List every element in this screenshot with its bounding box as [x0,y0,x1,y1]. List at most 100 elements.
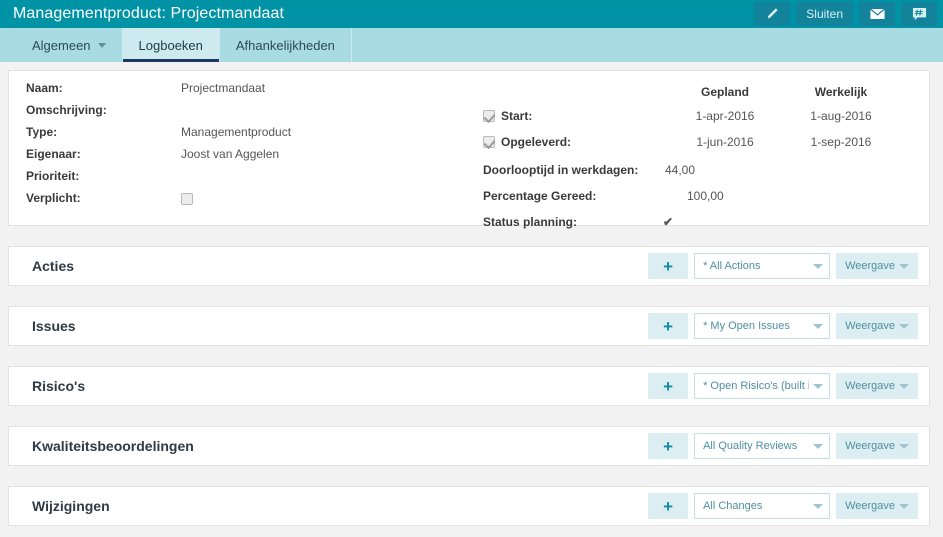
comment-hash-icon [912,7,927,22]
close-button-label: Sluiten [806,7,843,21]
edit-button[interactable] [754,2,791,26]
start-checkbox-cell [483,103,501,129]
section-acties-controls: + * All Actions Weergave [648,253,918,279]
page-body: Naam: Projectmandaat Omschrijving: Type:… [0,62,943,526]
start-checkbox[interactable] [483,110,495,122]
acties-weergave-button[interactable]: Weergave [836,253,918,279]
add-wijziging-button[interactable]: + [648,493,689,519]
section-wijzigingen: Wijzigingen + All Changes Weergave [8,486,930,526]
tab-algemeen[interactable]: Algemeen [16,28,123,62]
field-doorlooptijd-value: 44,00 [665,163,696,177]
section-risicos-controls: + * Open Risico's (built i Weergave [648,373,918,399]
risicos-filter-select[interactable]: * Open Risico's (built i [694,373,831,399]
wijzigingen-weergave-label: Weergave [845,500,895,512]
field-eigenaar-label: Eigenaar: [26,147,81,161]
section-issues-controls: + * My Open Issues Weergave [648,313,918,339]
wijzigingen-filter-value: All Changes [703,500,763,512]
issues-filter-value: * My Open Issues [703,320,790,332]
notes-button[interactable] [901,2,937,26]
wijzigingen-weergave-button[interactable]: Weergave [836,493,918,519]
field-verplicht: Verplicht: [26,191,479,213]
section-acties: Acties + * All Actions Weergave [8,246,930,286]
header-actions: Sluiten [754,2,937,26]
pencil-icon [765,7,779,21]
add-risico-button[interactable]: + [648,373,689,399]
row-label-opgeleverd: Opgeleverd: [501,135,572,149]
opgeleverd-planned-date: 1-jun-2016 [696,135,754,149]
kwaliteitsbeoordelingen-filter-value: All Quality Reviews [703,440,798,452]
section-risicos: Risico's + * Open Risico's (built i Weer… [8,366,930,406]
add-actie-button[interactable]: + [648,253,689,279]
tab-afhankelijkheden[interactable]: Afhankelijkheden [219,28,352,62]
status-planning-check-icon: ✔ [663,215,674,229]
field-percentage-gereed-label: Percentage Gereed: [483,189,597,203]
details-card: Naam: Projectmandaat Omschrijving: Type:… [8,70,930,229]
wijzigingen-filter-select[interactable]: All Changes [694,493,831,519]
plus-icon: + [663,496,674,516]
page-title: Managementproduct: Projectmandaat [13,5,285,22]
chevron-down-icon [899,323,909,329]
mail-button[interactable] [859,2,895,26]
issues-filter-select[interactable]: * My Open Issues [694,313,831,339]
field-omschrijving-label: Omschrijving: [26,103,107,117]
field-percentage-gereed: Percentage Gereed: 100,00 [483,183,929,209]
column-header-gepland: Gepland [700,85,749,99]
acties-filter-select[interactable]: * All Actions [694,253,831,279]
chevron-down-icon [813,443,824,449]
field-doorlooptijd-label: Doorlooptijd in werkdagen: [483,163,639,177]
details-right-column: Gepland Werkelijk Start: 1-apr-2016 1-au… [479,81,929,229]
section-wijzigingen-controls: + All Changes Weergave [648,493,918,519]
kwaliteitsbeoordelingen-weergave-button[interactable]: Weergave [836,433,918,459]
field-prioriteit-label: Prioriteit: [26,169,80,183]
tab-afhankelijkheden-label: Afhankelijkheden [235,37,335,53]
risicos-weergave-button[interactable]: Weergave [836,373,918,399]
section-risicos-title: Risico's [32,378,86,394]
opgeleverd-checkbox[interactable] [483,136,495,148]
field-eigenaar: Eigenaar: Joost van Aggelen [26,147,479,169]
risicos-weergave-label: Weergave [845,380,895,392]
chevron-down-icon [813,323,824,329]
add-issue-button[interactable]: + [648,313,689,339]
risicos-filter-value: * Open Risico's (built i [703,380,810,392]
tab-logboeken[interactable]: Logboeken [122,28,220,62]
window-header: Managementproduct: Projectmandaat Sluite… [0,0,943,28]
chevron-down-icon [899,383,909,389]
chevron-down-icon [899,443,909,449]
field-type-value: Managementproduct [181,125,292,139]
field-status-planning: Status planning: ✔ [483,209,929,235]
tab-logboeken-label: Logboeken [138,37,203,53]
section-kwaliteitsbeoordelingen-controls: + All Quality Reviews Weergave [648,433,918,459]
chevron-down-icon [899,263,909,269]
section-wijzigingen-title: Wijzigingen [32,498,110,514]
section-issues: Issues + * My Open Issues Weergave [8,306,930,346]
tab-left-gutter [0,28,16,62]
envelope-icon [869,8,885,20]
chevron-down-icon [813,383,824,389]
tab-bar: Algemeen Logboeken Afhankelijkheden [0,28,943,62]
plus-icon: + [663,376,674,396]
close-button[interactable]: Sluiten [796,2,853,26]
field-verplicht-value [181,191,193,205]
field-status-planning-label: Status planning: [483,215,577,229]
schedule-grid: Gepland Werkelijk Start: 1-apr-2016 1-au… [483,81,929,155]
verplicht-checkbox[interactable] [181,192,193,205]
add-kwaliteitsbeoordeling-button[interactable]: + [648,433,689,459]
issues-weergave-button[interactable]: Weergave [836,313,918,339]
chevron-down-icon [899,503,909,509]
field-naam-label: Naam: [26,81,63,95]
kwaliteitsbeoordelingen-filter-select[interactable]: All Quality Reviews [694,433,831,459]
tab-algemeen-label: Algemeen [32,37,91,53]
field-prioriteit: Prioriteit: [26,169,479,191]
section-issues-title: Issues [32,318,76,334]
opgeleverd-checkbox-cell [483,129,501,155]
field-type: Type: Managementproduct [26,125,479,147]
row-label-start: Start: [501,109,533,123]
chevron-down-icon [97,42,106,48]
start-planned-date: 1-apr-2016 [695,109,755,123]
field-naam: Naam: Projectmandaat [26,81,479,103]
field-eigenaar-value: Joost van Aggelen [181,147,280,161]
details-left-column: Naam: Projectmandaat Omschrijving: Type:… [9,81,479,225]
acties-weergave-label: Weergave [845,260,895,272]
field-percentage-gereed-value: 100,00 [687,189,724,203]
field-naam-value: Projectmandaat [181,81,266,95]
